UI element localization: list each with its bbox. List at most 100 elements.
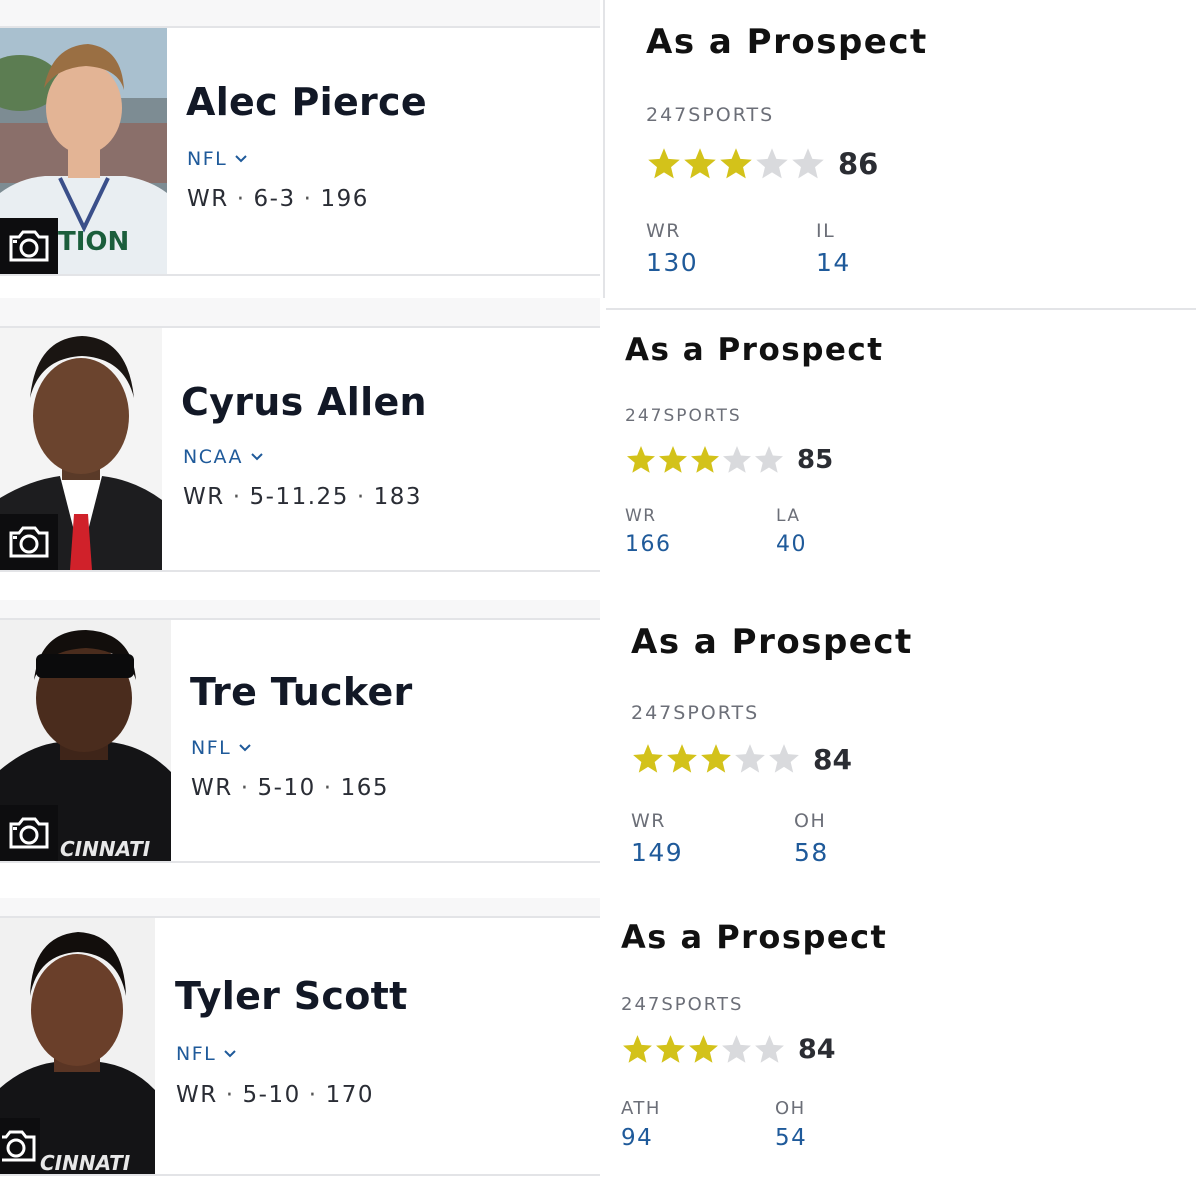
player-card: TION Alec Pierce NFL WR · 6-3 · 196 <box>0 28 600 274</box>
star-filled-icon <box>627 446 655 473</box>
separator: · <box>225 1082 235 1108</box>
player-measurements: WR · 5-10 · 165 <box>191 775 389 801</box>
player-name: Tyler Scott <box>175 974 408 1018</box>
star-rating <box>646 146 826 182</box>
rating-number: 84 <box>798 1034 836 1065</box>
rating-row: 85 <box>625 444 884 476</box>
divider <box>0 1174 600 1176</box>
rank-position: WR 166 <box>625 506 776 557</box>
star-rating <box>621 1033 786 1066</box>
prospect-title: As a Prospect <box>631 622 913 662</box>
rank-label: WR <box>646 220 681 242</box>
shirt-text: CINNATI <box>60 837 151 861</box>
rating-number: 86 <box>838 147 879 181</box>
player-name: Alec Pierce <box>186 80 427 124</box>
divider <box>606 308 1196 310</box>
divider <box>0 274 600 276</box>
rank-position: WR 130 <box>646 220 816 277</box>
separator: · <box>356 484 366 510</box>
separator: · <box>308 1082 318 1108</box>
chevron-down-icon <box>251 453 263 461</box>
height: 6-3 <box>253 186 296 212</box>
strip <box>0 600 600 618</box>
rank-value[interactable]: 94 <box>621 1125 775 1151</box>
star-empty-icon <box>755 1035 784 1063</box>
player-card: CINNATI Tre Tucker NFL WR · 5-10 · 165 <box>0 620 600 861</box>
star-empty-icon <box>735 744 765 773</box>
divider <box>0 861 600 863</box>
star-empty-icon <box>755 446 783 473</box>
rank-value[interactable]: 14 <box>816 248 851 277</box>
rating-row: 84 <box>621 1033 887 1066</box>
prospect-title: As a Prospect <box>646 22 928 62</box>
rank-row: WR 149 OH 58 <box>631 810 913 867</box>
player-measurements: WR · 5-10 · 170 <box>176 1082 374 1108</box>
height: 5-10 <box>242 1082 301 1108</box>
camera-icon[interactable] <box>0 514 58 570</box>
camera-icon[interactable] <box>0 218 58 274</box>
player-name: Cyrus Allen <box>181 380 427 424</box>
camera-icon[interactable] <box>0 805 58 861</box>
star-filled-icon <box>684 148 716 179</box>
rank-value[interactable]: 54 <box>775 1125 807 1151</box>
player-photo[interactable]: CINNATI <box>0 918 155 1174</box>
star-empty-icon <box>722 1035 751 1063</box>
rating-row: 86 <box>646 146 928 182</box>
player-photo[interactable]: CINNATI <box>0 620 171 861</box>
weight: 183 <box>373 484 423 510</box>
rank-value[interactable]: 166 <box>625 532 776 557</box>
star-filled-icon <box>633 744 663 773</box>
star-rating <box>631 742 801 776</box>
rank-row: ATH 94 OH 54 <box>621 1098 887 1151</box>
position: WR <box>176 1082 218 1108</box>
star-filled-icon <box>689 1035 718 1063</box>
player-card: CINNATI Tyler Scott NFL WR · 5-10 · 170 <box>0 918 600 1174</box>
star-filled-icon <box>648 148 680 179</box>
rank-state: LA 40 <box>776 506 807 557</box>
chevron-down-icon <box>239 744 251 752</box>
position: WR <box>191 775 233 801</box>
rank-value[interactable]: 40 <box>776 532 807 557</box>
rank-row: WR 130 IL 14 <box>646 220 928 277</box>
player-photo[interactable]: TION <box>0 28 167 274</box>
rating-row: 84 <box>631 742 913 776</box>
star-filled-icon <box>623 1035 652 1063</box>
league-dropdown[interactable]: NFL <box>187 148 247 170</box>
player-name: Tre Tucker <box>190 670 413 714</box>
prospect-panel: As a Prospect 247SPORTS 85 WR 166 LA 40 <box>625 332 884 557</box>
prospect-panel: As a Prospect 247SPORTS 86 WR 130 IL 14 <box>646 22 928 277</box>
rank-value[interactable]: 149 <box>631 838 794 867</box>
separator: · <box>303 186 313 212</box>
league-label: NFL <box>191 737 232 759</box>
star-empty-icon <box>792 148 824 179</box>
rating-number: 84 <box>813 742 852 776</box>
league-dropdown[interactable]: NFL <box>176 1043 236 1065</box>
shirt-text: TION <box>58 227 129 257</box>
league-label: NFL <box>176 1043 217 1065</box>
rank-value[interactable]: 130 <box>646 248 816 277</box>
position: WR <box>187 186 229 212</box>
top-strip <box>0 0 600 26</box>
player-photo[interactable] <box>0 328 162 570</box>
source-label: 247SPORTS <box>625 406 742 426</box>
league-dropdown[interactable]: NCAA <box>183 446 263 468</box>
separator: · <box>232 484 242 510</box>
divider <box>603 0 605 298</box>
star-filled-icon <box>701 744 731 773</box>
prospect-panel: As a Prospect 247SPORTS 84 ATH 94 OH 54 <box>621 918 887 1151</box>
league-dropdown[interactable]: NFL <box>191 737 251 759</box>
player-measurements: WR · 6-3 · 196 <box>187 186 369 212</box>
separator: · <box>240 775 250 801</box>
shirt-text: CINNATI <box>40 1151 131 1174</box>
source-label: 247SPORTS <box>621 994 744 1015</box>
rank-label: IL <box>816 220 836 242</box>
rating-number: 85 <box>797 445 834 475</box>
source-label: 247SPORTS <box>646 104 775 126</box>
league-label: NCAA <box>183 446 244 468</box>
rank-value[interactable]: 58 <box>794 838 829 867</box>
star-rating <box>625 444 785 476</box>
camera-icon[interactable] <box>0 1118 40 1174</box>
rank-row: WR 166 LA 40 <box>625 506 884 557</box>
position: WR <box>183 484 225 510</box>
prospect-title: As a Prospect <box>625 332 884 368</box>
